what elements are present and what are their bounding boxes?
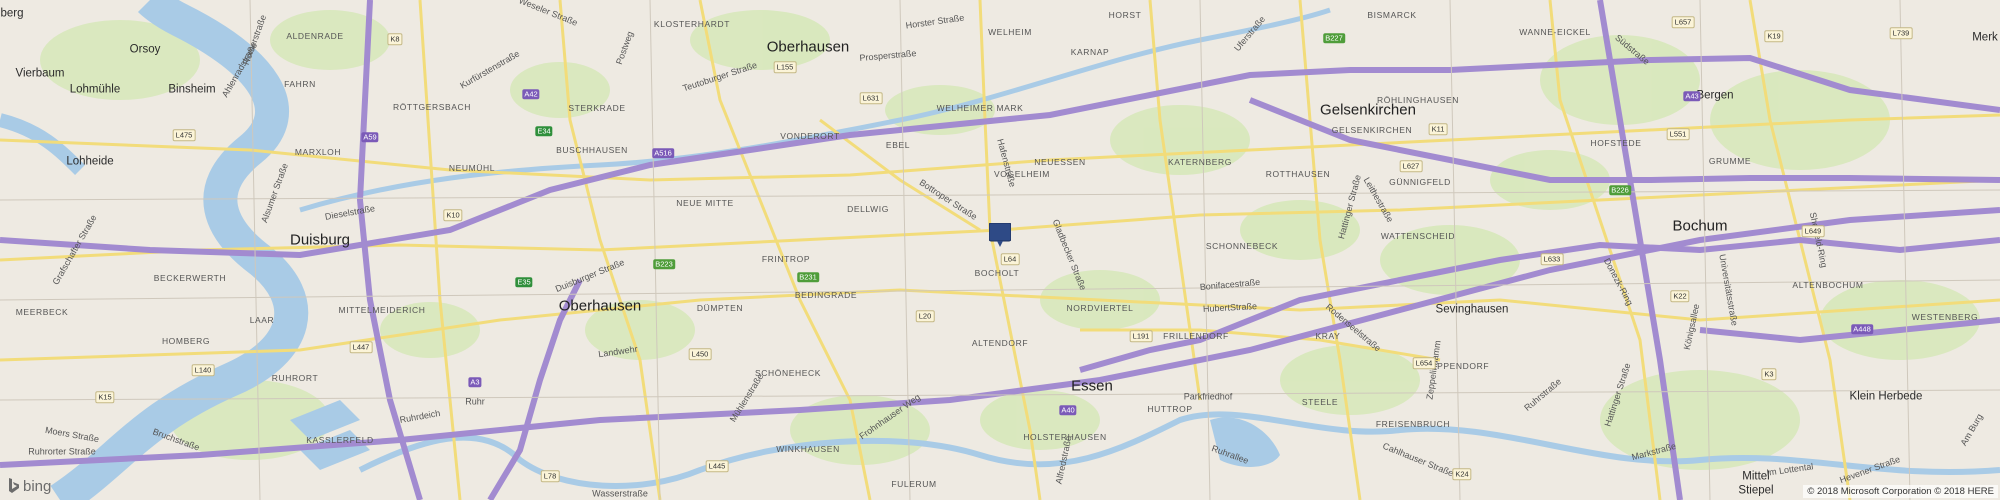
road-shield: L654 bbox=[1412, 357, 1436, 369]
road-shield: L739 bbox=[1889, 27, 1913, 39]
map-attribution: © 2018 Microsoft Corporation © 2018 HERE bbox=[1803, 485, 1998, 498]
road-shield: L551 bbox=[1666, 128, 1690, 140]
road-shield: A448 bbox=[1851, 324, 1873, 334]
road-shield: L450 bbox=[688, 348, 712, 360]
road-shield: L657 bbox=[1671, 16, 1695, 28]
road-shield: L627 bbox=[1399, 160, 1423, 172]
road-shield: L445 bbox=[705, 460, 729, 472]
road-shield: A59 bbox=[361, 132, 379, 142]
bing-logo-text: bing bbox=[23, 477, 52, 495]
bing-logo-icon bbox=[9, 478, 19, 493]
road-shield: L64 bbox=[1000, 253, 1020, 265]
road-shield: L191 bbox=[1129, 330, 1153, 342]
map-view[interactable]: Oberhausen Duisburg Oberhausen Essen Gel… bbox=[0, 0, 2000, 500]
road-shield: K22 bbox=[1670, 290, 1690, 302]
road-shield: A42 bbox=[522, 89, 540, 99]
road-shield: K11 bbox=[1428, 123, 1448, 135]
road-shield: K10 bbox=[443, 209, 463, 221]
road-shield: E34 bbox=[535, 126, 553, 136]
road-shield: K8 bbox=[387, 33, 403, 45]
road-shield: L631 bbox=[859, 92, 883, 104]
road-shield: B223 bbox=[653, 259, 675, 269]
road-shield: E35 bbox=[515, 277, 533, 287]
map-base-layer bbox=[0, 0, 2000, 500]
bing-logo[interactable]: bing bbox=[8, 477, 52, 495]
road-shield: A40 bbox=[1059, 405, 1077, 415]
road-shield: L78 bbox=[540, 470, 560, 482]
road-shield: K24 bbox=[1452, 468, 1472, 480]
road-shield: L20 bbox=[915, 310, 935, 322]
road-shield: B227 bbox=[1323, 33, 1345, 43]
road-shield: L633 bbox=[1540, 253, 1564, 265]
road-shield: B226 bbox=[1609, 185, 1631, 195]
road-shield: K19 bbox=[1764, 30, 1784, 42]
road-shield: A43 bbox=[1683, 91, 1701, 101]
road-shield: L649 bbox=[1801, 225, 1825, 237]
road-shield: K3 bbox=[1761, 368, 1777, 380]
road-shield: A516 bbox=[652, 148, 674, 158]
road-shield: K15 bbox=[95, 391, 115, 403]
road-shield: B231 bbox=[797, 272, 819, 282]
road-shield: A3 bbox=[468, 377, 482, 387]
road-shield: L155 bbox=[773, 61, 797, 73]
road-shield: L140 bbox=[191, 364, 215, 376]
road-shield: L475 bbox=[172, 129, 196, 141]
location-marker-icon[interactable] bbox=[988, 222, 1012, 247]
road-shield: L447 bbox=[349, 341, 373, 353]
